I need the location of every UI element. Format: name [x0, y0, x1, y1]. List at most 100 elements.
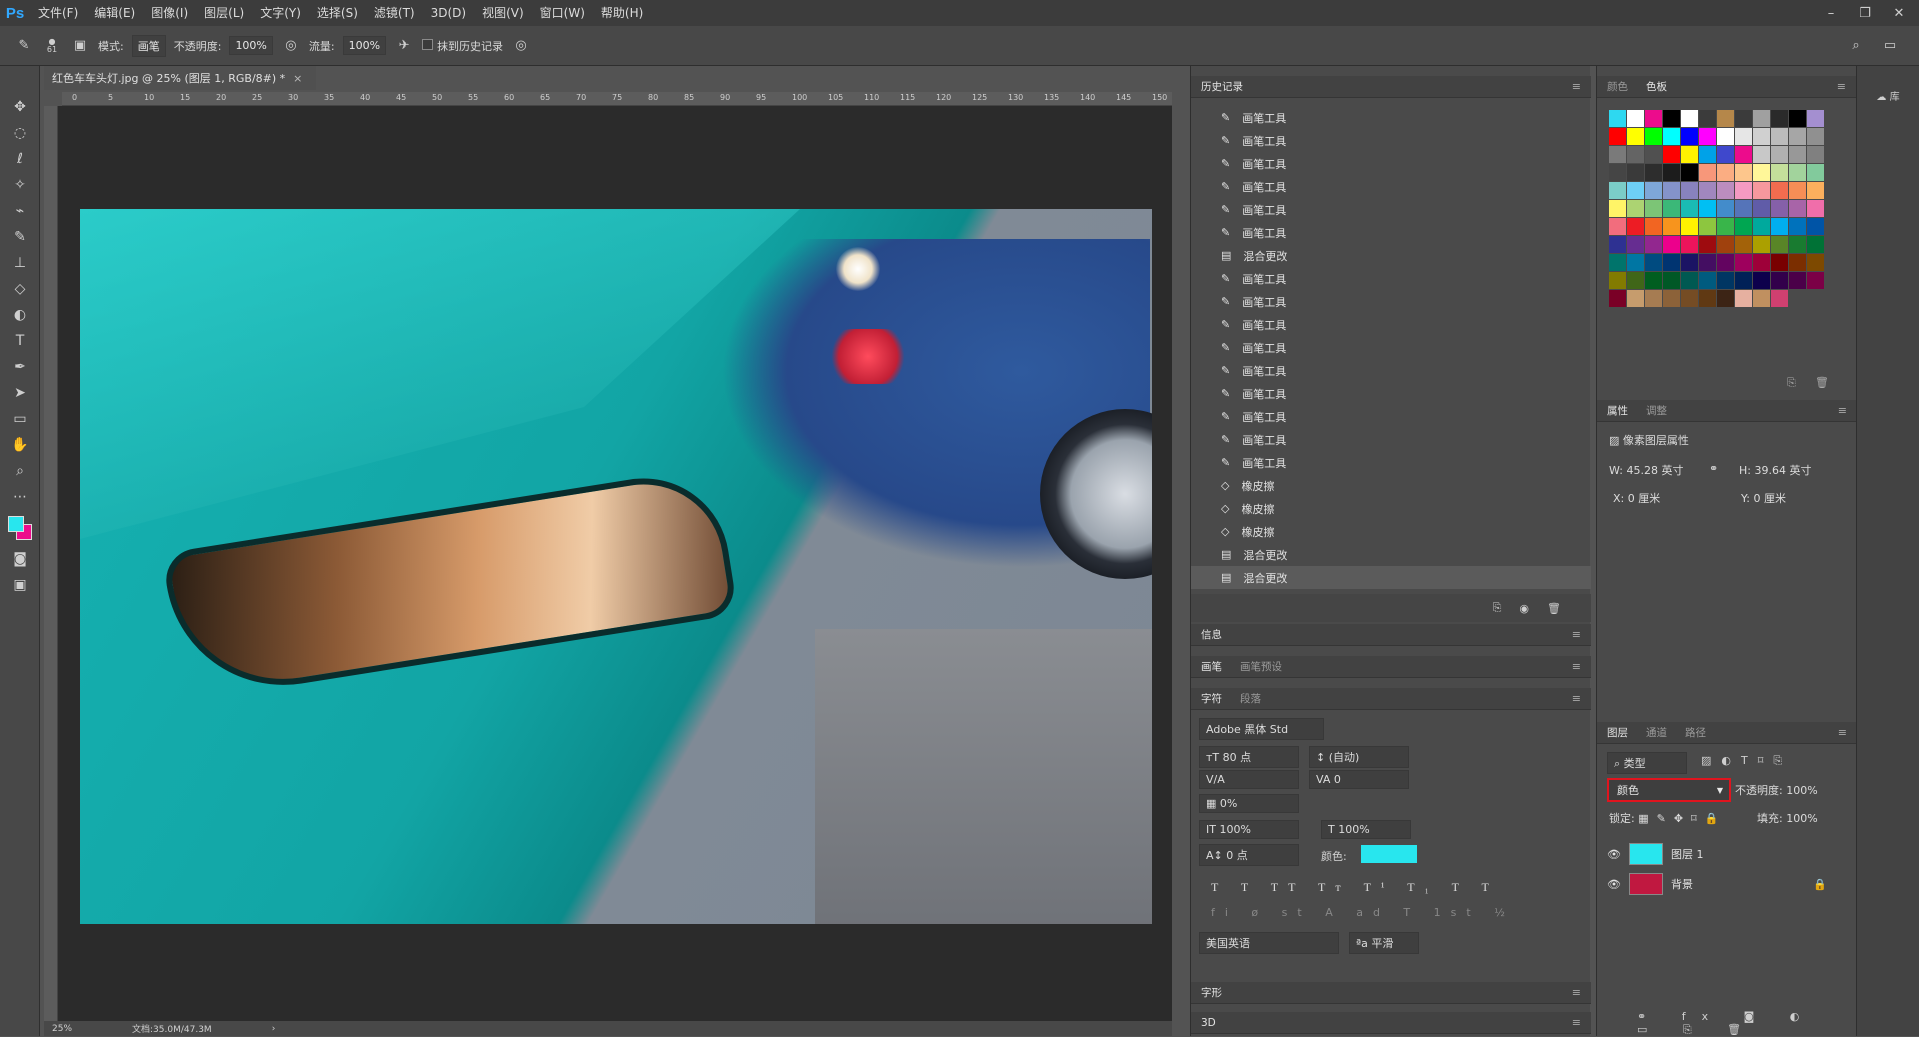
swatch[interactable] [1735, 200, 1752, 217]
swatch[interactable] [1789, 128, 1806, 145]
swatch[interactable] [1735, 110, 1752, 127]
swatch[interactable] [1789, 110, 1806, 127]
swatch[interactable] [1699, 236, 1716, 253]
swatch[interactable] [1771, 146, 1788, 163]
swatch[interactable] [1699, 110, 1716, 127]
swatch[interactable] [1609, 146, 1626, 163]
menu-item-8[interactable]: 视图(V) [474, 0, 532, 26]
swatch[interactable] [1771, 272, 1788, 289]
more-tools-icon[interactable]: ⋯ [0, 484, 40, 510]
swatch[interactable] [1645, 128, 1662, 145]
zoom-tool-icon[interactable]: ⌕ [0, 458, 40, 484]
swatch[interactable] [1645, 200, 1662, 217]
swatch[interactable] [1609, 182, 1626, 199]
layer-row[interactable]: 👁 背景 🔒 [1607, 870, 1847, 898]
swatch[interactable] [1807, 272, 1824, 289]
swatch[interactable] [1789, 182, 1806, 199]
swatch[interactable] [1717, 128, 1734, 145]
swatch[interactable] [1627, 128, 1644, 145]
fill-field[interactable]: 填充: 100% [1757, 810, 1818, 826]
hand-tool-icon[interactable]: ✋ [0, 432, 40, 458]
leading-select[interactable]: ↕ (自动) [1309, 746, 1409, 768]
swatch[interactable] [1753, 200, 1770, 217]
menu-item-6[interactable]: 滤镜(T) [366, 0, 423, 26]
eyedropper-tool-icon[interactable]: ⌁ [0, 198, 40, 224]
swatch[interactable] [1627, 164, 1644, 181]
quick-select-tool-icon[interactable]: ✧ [0, 172, 40, 198]
font-family-select[interactable]: Adobe 黑体 Std [1199, 718, 1324, 740]
swatch[interactable] [1645, 218, 1662, 235]
opentype-buttons[interactable]: fi ø st A ad T 1st ½ [1211, 906, 1515, 919]
swatch[interactable] [1753, 236, 1770, 253]
swatch[interactable] [1807, 182, 1824, 199]
history-item[interactable]: ✎ 画笔工具 [1191, 451, 1591, 474]
swatch[interactable] [1735, 236, 1752, 253]
paragraph-tab[interactable]: 段落 [1240, 691, 1261, 706]
move-tool-icon[interactable]: ✥ [0, 94, 40, 120]
history-item[interactable]: ▤ 混合更改 [1191, 244, 1591, 267]
eraser-tool-icon[interactable]: ✎ [14, 36, 34, 56]
swatch[interactable] [1735, 128, 1752, 145]
brush-menu-icon[interactable]: ≡ [1572, 660, 1581, 673]
close-button[interactable]: ✕ [1884, 0, 1914, 26]
flow-input[interactable]: 100% [342, 36, 387, 55]
history-item[interactable]: ◇ 橡皮擦 [1191, 520, 1591, 543]
swatch[interactable] [1807, 110, 1824, 127]
swatch[interactable] [1717, 200, 1734, 217]
history-item[interactable]: ▤ 混合更改 [1191, 566, 1591, 589]
swatches-menu-icon[interactable]: ≡ [1837, 80, 1846, 93]
swatch[interactable] [1627, 218, 1644, 235]
swatch[interactable] [1627, 254, 1644, 271]
swatch[interactable] [1681, 272, 1698, 289]
swatch[interactable] [1699, 182, 1716, 199]
libraries-button[interactable]: ☁ 库 [1876, 88, 1899, 1036]
character-menu-icon[interactable]: ≡ [1572, 692, 1581, 705]
swatch[interactable] [1609, 290, 1626, 307]
swatch[interactable] [1627, 200, 1644, 217]
font-size-select[interactable]: тT 80 点 [1199, 746, 1299, 768]
restore-button[interactable]: ❐ [1850, 0, 1880, 26]
three-d-tab[interactable]: 3D [1201, 1017, 1216, 1029]
swatch[interactable] [1789, 146, 1806, 163]
airbrush-icon[interactable]: ✈ [394, 36, 414, 56]
swatch[interactable] [1681, 182, 1698, 199]
swatch[interactable] [1807, 254, 1824, 271]
menu-item-5[interactable]: 选择(S) [309, 0, 366, 26]
search-icon[interactable]: ⌕ [1846, 36, 1866, 56]
swatch[interactable] [1699, 128, 1716, 145]
properties-menu-icon[interactable]: ≡ [1838, 404, 1847, 417]
swatch[interactable] [1735, 218, 1752, 235]
history-tab[interactable]: 历史记录 [1201, 79, 1243, 94]
swatch[interactable] [1627, 146, 1644, 163]
character-tab[interactable]: 字符 [1201, 691, 1222, 706]
dodge-tool-icon[interactable]: ◐ [0, 302, 40, 328]
layer-footer-icons[interactable]: ⚭ fx ◙ ◐ ▭ ⎘ 🗑 [1637, 1010, 1856, 1037]
quick-mask-icon[interactable]: ◙ [0, 546, 40, 572]
swatch[interactable] [1663, 218, 1680, 235]
history-item[interactable]: ✎ 画笔工具 [1191, 175, 1591, 198]
swatch[interactable] [1627, 290, 1644, 307]
pen-tool-icon[interactable]: ✒ [0, 354, 40, 380]
swatch[interactable] [1663, 164, 1680, 181]
swatch[interactable] [1789, 218, 1806, 235]
visibility-eye-icon[interactable]: 👁 [1607, 848, 1621, 861]
canvas-area[interactable] [58, 106, 1172, 1021]
type-tool-icon[interactable]: T [0, 328, 40, 354]
history-item[interactable]: ✎ 画笔工具 [1191, 313, 1591, 336]
antialias-select[interactable]: ªa 平滑 [1349, 932, 1419, 954]
swatch[interactable] [1771, 128, 1788, 145]
close-document-icon[interactable]: × [293, 72, 302, 85]
swatch[interactable] [1789, 164, 1806, 181]
swatch[interactable] [1645, 272, 1662, 289]
swatch[interactable] [1807, 236, 1824, 253]
lock-icons[interactable]: ▦✎✥⌑🔒 [1638, 812, 1726, 825]
swatch[interactable] [1753, 218, 1770, 235]
swatch[interactable] [1699, 272, 1716, 289]
workspace-icon[interactable]: ▭ [1880, 36, 1900, 56]
swatch[interactable] [1681, 218, 1698, 235]
kerning-select[interactable]: V/A [1199, 770, 1299, 789]
color-tab[interactable]: 颜色 [1607, 79, 1628, 94]
swatch[interactable] [1699, 164, 1716, 181]
swatch[interactable] [1699, 290, 1716, 307]
x-field[interactable]: X: 0 厘米 [1613, 490, 1660, 506]
